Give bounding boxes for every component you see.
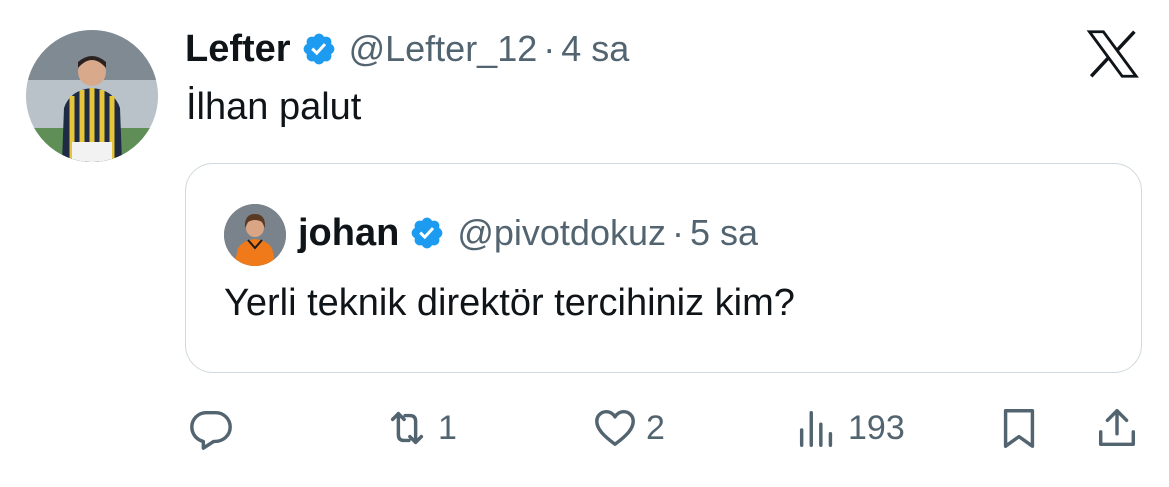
like-button[interactable]: 2 [592, 398, 665, 458]
separator-dot: · [671, 212, 684, 253]
reply-icon [190, 410, 232, 450]
heart-icon [595, 409, 635, 447]
retweet-button[interactable]: 1 [384, 398, 457, 458]
verified-badge-icon [411, 217, 443, 249]
tweet-actions-bar: 1 2 193 [0, 398, 1169, 458]
x-logo-icon[interactable] [1086, 30, 1140, 78]
author-name[interactable]: Lefter [185, 28, 291, 71]
separator-dot: · [543, 28, 556, 69]
footballer-photo-avatar [26, 30, 158, 162]
author-avatar[interactable] [26, 30, 158, 162]
tweet-text: İlhan palut [186, 86, 362, 128]
like-count: 2 [646, 408, 665, 447]
share-icon [1098, 409, 1136, 447]
views-count: 193 [848, 408, 905, 447]
verified-badge-icon [303, 33, 334, 65]
share-button[interactable] [1094, 398, 1140, 458]
quoted-author-handle[interactable]: @pivotdokuz [457, 212, 666, 254]
reply-button[interactable] [188, 398, 234, 458]
tweet-time[interactable]: 4 sa [561, 28, 629, 70]
retweet-icon [390, 411, 424, 445]
quoted-tweet-text: Yerli teknik direktör tercihiniz kim? [224, 282, 795, 324]
retweet-count: 1 [438, 408, 457, 447]
quoted-tweet-card[interactable]: johan @pivotdokuz · 5 sa Yerli teknik di… [185, 163, 1142, 373]
tweet-header: Lefter @Lefter_12 · 4 sa [185, 22, 629, 76]
footballer-orange-jersey-avatar [224, 204, 286, 266]
author-handle[interactable]: @Lefter_12 [349, 28, 538, 70]
quoted-author-name[interactable]: johan [298, 212, 399, 255]
bookmark-button[interactable] [996, 398, 1042, 458]
bookmark-icon [1003, 409, 1035, 448]
views-button[interactable]: 193 [794, 398, 905, 458]
quoted-tweet-header: johan @pivotdokuz · 5 sa [298, 208, 758, 258]
views-chart-icon [799, 410, 833, 447]
quoted-author-avatar[interactable] [224, 204, 286, 266]
quoted-tweet-time[interactable]: 5 sa [690, 212, 758, 254]
